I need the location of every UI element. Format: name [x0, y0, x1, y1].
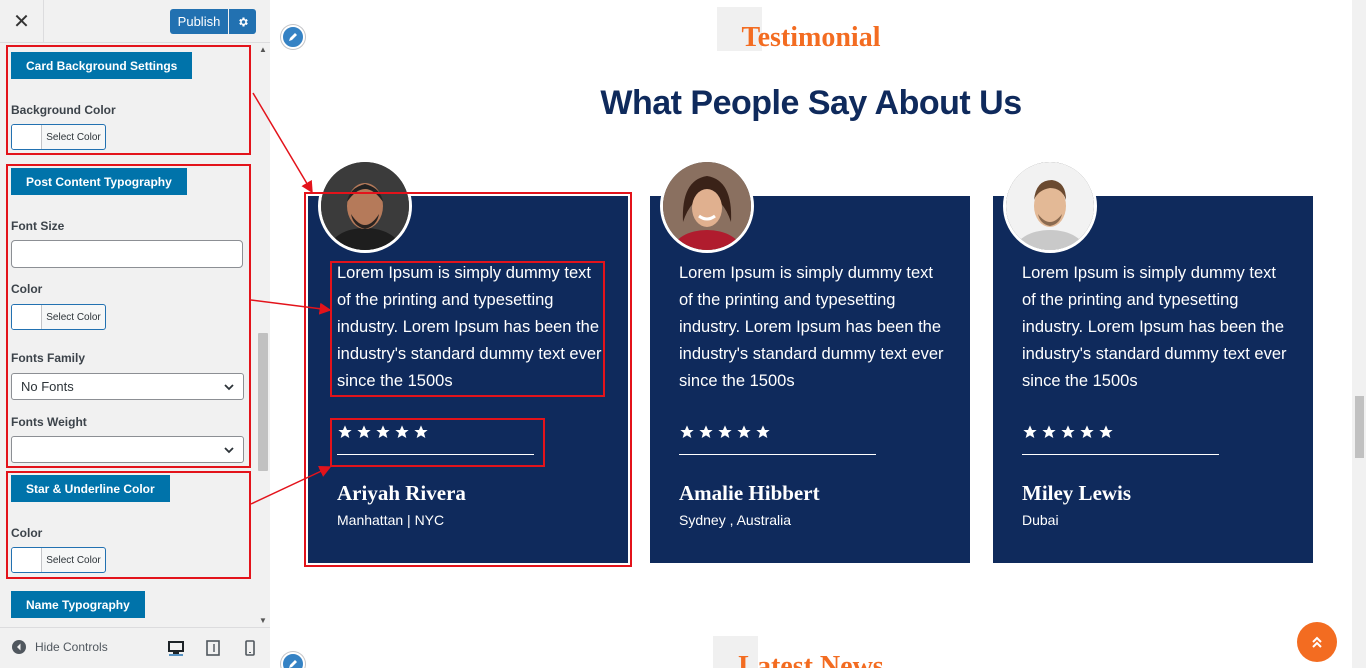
mobile-icon[interactable] — [242, 640, 258, 656]
double-chevron-up-icon — [1312, 636, 1322, 648]
star-icon — [1042, 425, 1056, 438]
scroll-down-icon[interactable]: ▼ — [259, 616, 267, 625]
testimonial-location: Sydney , Australia — [679, 512, 792, 528]
star-icon — [1099, 425, 1113, 438]
annotation-box — [330, 418, 545, 467]
scrollbar-thumb[interactable] — [1355, 396, 1364, 458]
star-icon — [1080, 425, 1094, 438]
star-icon — [737, 425, 751, 438]
hide-controls-button[interactable]: Hide Controls — [12, 640, 108, 654]
annotation-box — [6, 45, 251, 155]
star-rating — [1022, 424, 1114, 440]
annotation-box — [6, 164, 251, 468]
site-preview: Testimonial What People Say About Us Lor… — [270, 0, 1352, 668]
section-title: What People Say About Us — [600, 84, 1022, 122]
back-to-top-button[interactable] — [1297, 622, 1337, 662]
pencil-icon — [289, 660, 297, 668]
next-section-label: Latest News — [738, 651, 884, 668]
star-icon — [699, 425, 713, 438]
scrollbar-thumb[interactable] — [258, 333, 268, 471]
star-rating — [679, 424, 771, 440]
publish-settings-button[interactable] — [229, 9, 256, 34]
customizer-header: ✕ Publish — [0, 0, 270, 43]
customizer-sidebar: ✕ Publish Card Background Settings Backg… — [0, 0, 270, 668]
name-typography-button[interactable]: Name Typography — [11, 591, 145, 618]
testimonial-text: Lorem Ipsum is simply dummy text of the … — [679, 264, 944, 390]
avatar — [1003, 159, 1097, 253]
publish-button[interactable]: Publish — [170, 9, 228, 34]
star-icon — [1023, 425, 1037, 438]
desktop-icon[interactable] — [168, 640, 184, 656]
avatar — [660, 159, 754, 253]
customizer-footer: Hide Controls — [0, 627, 270, 668]
page-scrollbar[interactable] — [1352, 0, 1366, 668]
testimonial-card: Lorem Ipsum is simply dummy text of the … — [650, 159, 970, 563]
hide-controls-label: Hide Controls — [35, 640, 108, 654]
close-button[interactable]: ✕ — [0, 0, 44, 43]
close-icon: ✕ — [13, 11, 30, 33]
gear-icon — [238, 17, 248, 26]
tablet-icon[interactable] — [205, 640, 221, 656]
star-icon — [680, 425, 694, 438]
annotation-box — [6, 471, 251, 579]
underline — [1022, 454, 1219, 455]
testimonial-text: Lorem Ipsum is simply dummy text of the … — [1022, 264, 1287, 390]
testimonial-card: Lorem Ipsum is simply dummy text of the … — [993, 159, 1313, 563]
star-icon — [1061, 425, 1075, 438]
customizer-controls: Card Background Settings Background Colo… — [0, 43, 256, 627]
collapse-icon — [12, 640, 26, 654]
testimonial-location: Dubai — [1022, 512, 1059, 528]
section-label: Testimonial — [741, 22, 881, 53]
testimonial-name: Miley Lewis — [1022, 481, 1132, 505]
annotation-box — [330, 261, 605, 397]
sidebar-scrollbar[interactable]: ▲ ▼ — [256, 43, 270, 627]
star-icon — [756, 425, 770, 438]
testimonial-name: Amalie Hibbert — [679, 481, 820, 505]
star-icon — [718, 425, 732, 438]
scroll-up-icon[interactable]: ▲ — [259, 45, 267, 54]
underline — [679, 454, 876, 455]
